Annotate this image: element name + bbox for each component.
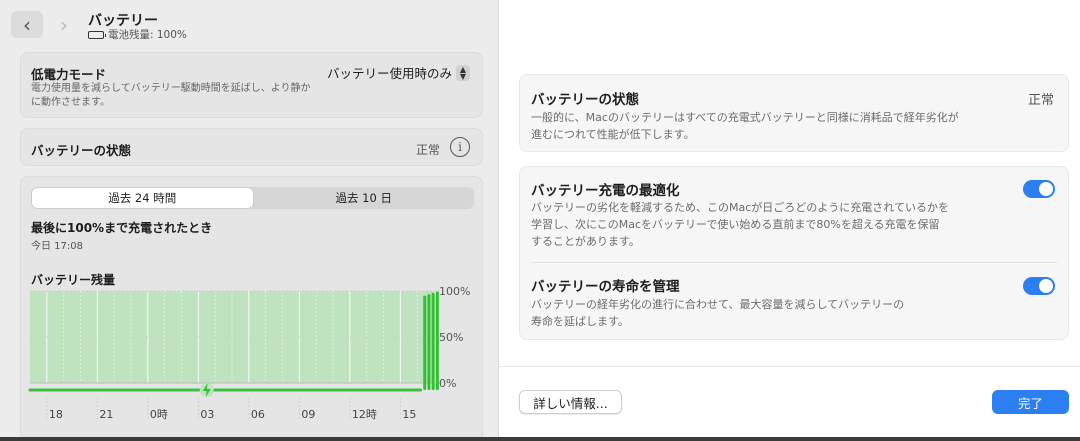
info-icon[interactable]: i [450, 137, 470, 157]
battery-settings-panel: ‹ › バッテリー 電池残量: 100% 低電力モード 電力使用量を減らしてバッ… [0, 0, 498, 437]
low-power-description: 電力使用量を減らしてバッテリー駆動時間を延ばし、より静かに動作させます。 [31, 83, 311, 108]
chevron-right-icon: › [60, 12, 68, 37]
battery-level-chart: 100% 50% 0% 18 21 0時 03 06 09 12時 15 [28, 285, 470, 421]
battery-chart-card: 過去 24 時間 過去 10 日 最後に100%まで充電されたとき 今日 17:… [20, 176, 483, 437]
bottom-edge [0, 437, 1080, 441]
battery-state-value: 正常 [415, 143, 440, 157]
low-power-select-value: バッテリー使用時のみ [326, 66, 452, 81]
chart-xtick-label: 03 [200, 408, 214, 421]
last-charged-title: 最後に100%まで充電されたとき [31, 221, 213, 235]
chart-bar [431, 292, 435, 390]
options-divider [531, 262, 1057, 263]
back-button[interactable]: ‹ [11, 11, 43, 38]
done-button[interactable]: 完了 [992, 390, 1069, 414]
battery-health-title: バッテリーの寿命を管理 [531, 279, 680, 295]
optimize-charging-title: バッテリー充電の最適化 [531, 183, 680, 199]
low-power-select[interactable]: バッテリー使用時のみ ▲ ▼ [327, 63, 470, 82]
chart-xtick-label: 18 [49, 408, 63, 421]
chart-xtick-label: 09 [301, 408, 315, 421]
footer-divider [499, 366, 1080, 367]
battery-health-description: バッテリーの経年劣化の進行に合わせて、最大容量を減らしてバッテリーの 寿命を延ば… [531, 298, 905, 328]
chevron-left-icon: ‹ [23, 12, 31, 37]
last-charged-time: 今日 17:08 [31, 241, 83, 252]
optimize-charging-toggle[interactable] [1023, 180, 1055, 198]
battery-health-toggle[interactable] [1023, 277, 1055, 295]
dialog-state-title: バッテリーの状態 [531, 92, 639, 108]
time-range-tabs: 過去 24 時間 過去 10 日 [31, 187, 474, 209]
low-power-title: 低電力モード [31, 67, 107, 82]
dialog-state-card: バッテリーの状態 正常 一般的に、Macのバッテリーはすべての充電式バッテリーと… [519, 74, 1069, 152]
updown-chevron-icon: ▲ ▼ [456, 64, 470, 81]
chart-xtick-label: 21 [99, 408, 113, 421]
chart-bar [427, 294, 431, 390]
battery-state-title: バッテリーの状態 [31, 143, 132, 158]
chart-ytick-label: 100% [439, 285, 470, 298]
chart-xtick-label: 06 [251, 408, 265, 421]
more-info-button[interactable]: 詳しい情報... [519, 390, 622, 414]
chart-ytick-label: 0% [439, 377, 456, 390]
tab-24-hours[interactable]: 過去 24 時間 [32, 188, 253, 208]
chart-xtick-label: 0時 [150, 408, 168, 421]
battery-status: 電池残量: 100% [88, 27, 187, 42]
charging-options-card: バッテリー充電の最適化 バッテリーの劣化を軽減するため、このMacが日ごろどのよ… [519, 166, 1069, 340]
chart-xtick-label: 12時 [352, 408, 377, 421]
chart-ytick-label: 50% [439, 331, 463, 344]
optimize-charging-description: バッテリーの劣化を軽減するため、このMacが日ごろどのように充電されているかを … [531, 201, 949, 248]
battery-state-card: バッテリーの状態 正常 i [20, 128, 483, 166]
low-power-mode-card: 低電力モード 電力使用量を減らしてバッテリー駆動時間を延ばし、より静かに動作させ… [20, 52, 483, 118]
dialog-state-value: 正常 [1027, 93, 1054, 108]
chart-bar [435, 291, 439, 390]
dialog-state-description: 一般的に、Macのバッテリーはすべての充電式バッテリーと同様に消耗品で経年劣化が… [531, 111, 959, 141]
forward-button[interactable]: › [48, 11, 80, 38]
chart-xtick-label: 15 [402, 408, 416, 421]
battery-status-text: 電池残量: 100% [108, 29, 187, 41]
tab-10-days[interactable]: 過去 10 日 [254, 187, 475, 209]
chart-bar [423, 295, 427, 390]
battery-state-dialog: バッテリーの状態 正常 一般的に、Macのバッテリーはすべての充電式バッテリーと… [499, 0, 1080, 437]
battery-icon [88, 30, 106, 39]
